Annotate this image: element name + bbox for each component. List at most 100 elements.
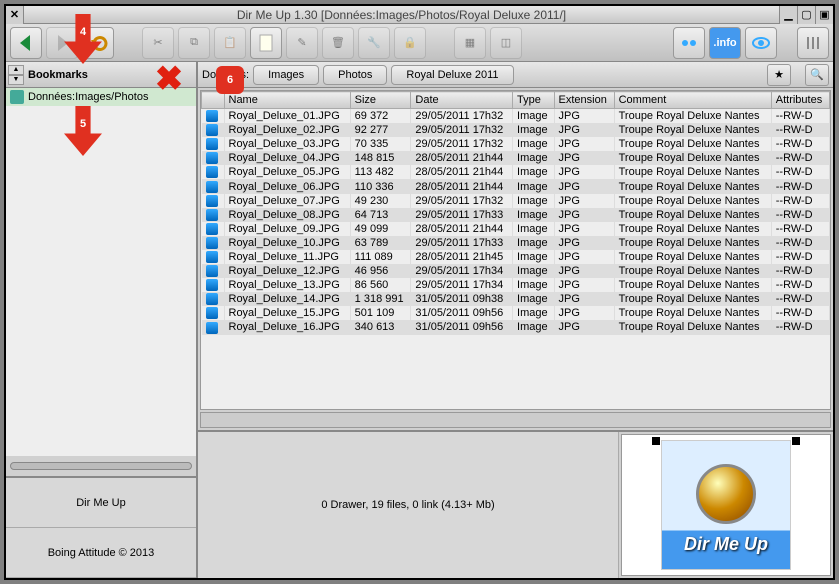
paste-button[interactable]: 📋: [214, 27, 246, 59]
breadcrumb-part[interactable]: Images: [253, 65, 319, 85]
cell-ext: JPG: [554, 278, 614, 292]
file-table-wrap[interactable]: NameSizeDateTypeExtensionCommentAttribut…: [200, 90, 831, 410]
table-row[interactable]: Royal_Deluxe_14.JPG1 318 99131/05/2011 0…: [202, 292, 830, 306]
favorite-button[interactable]: ★: [767, 64, 791, 86]
cell-type: Image: [513, 320, 555, 334]
cell-name: Royal_Deluxe_06.JPG: [224, 179, 350, 193]
cell-comment: Troupe Royal Deluxe Nantes: [614, 194, 771, 208]
cell-type: Image: [513, 278, 555, 292]
spin-up[interactable]: ▲: [8, 65, 24, 75]
search-button[interactable]: 🔍: [805, 64, 829, 86]
resize-handle[interactable]: [652, 437, 660, 445]
column-header[interactable]: Comment: [614, 92, 771, 109]
cell-ext: JPG: [554, 137, 614, 151]
resize-handle[interactable]: [792, 437, 800, 445]
table-row[interactable]: Royal_Deluxe_15.JPG501 10931/05/2011 09h…: [202, 306, 830, 320]
cell-date: 29/05/2011 17h32: [411, 137, 513, 151]
spin-down[interactable]: ▼: [8, 75, 24, 85]
cell-ext: JPG: [554, 123, 614, 137]
table-row[interactable]: Royal_Deluxe_04.JPG148 81528/05/2011 21h…: [202, 151, 830, 165]
cell-type: Image: [513, 222, 555, 236]
table-row[interactable]: Royal_Deluxe_05.JPG113 48228/05/2011 21h…: [202, 165, 830, 179]
table-row[interactable]: Royal_Deluxe_08.JPG64 71329/05/2011 17h3…: [202, 208, 830, 222]
cell-attr: --RW-D: [771, 179, 829, 193]
info-button[interactable]: .info: [709, 27, 741, 59]
cell-comment: Troupe Royal Deluxe Nantes: [614, 151, 771, 165]
window-title: Dir Me Up 1.30 [Données:Images/Photos/Ro…: [24, 8, 779, 22]
window-depth-button[interactable]: ▣: [815, 6, 833, 24]
back-button[interactable]: [10, 27, 42, 59]
cell-name: Royal_Deluxe_10.JPG: [224, 236, 350, 250]
bookmark-list: Données:Images/Photos: [6, 88, 196, 456]
cell-size: 111 089: [350, 250, 411, 264]
column-header[interactable]: Extension: [554, 92, 614, 109]
cut-button[interactable]: ✂: [142, 27, 174, 59]
table-row[interactable]: Royal_Deluxe_10.JPG63 78929/05/2011 17h3…: [202, 236, 830, 250]
copy-button[interactable]: ⧉: [178, 27, 210, 59]
cell-name: Royal_Deluxe_09.JPG: [224, 222, 350, 236]
cell-name: Royal_Deluxe_16.JPG: [224, 320, 350, 334]
breadcrumb-part[interactable]: Royal Deluxe 2011: [391, 65, 513, 85]
bookmark-item[interactable]: Données:Images/Photos: [6, 88, 196, 106]
cell-attr: --RW-D: [771, 137, 829, 151]
table-row[interactable]: Royal_Deluxe_03.JPG70 33529/05/2011 17h3…: [202, 137, 830, 151]
sidebar-slider[interactable]: [6, 456, 196, 476]
window-minimize-button[interactable]: ▁: [779, 6, 797, 24]
column-header[interactable]: Attributes: [771, 92, 829, 109]
cell-date: 28/05/2011 21h44: [411, 151, 513, 165]
delete-button[interactable]: 🗑: [322, 27, 354, 59]
breadcrumb-part[interactable]: Photos: [323, 65, 387, 85]
cell-type: Image: [513, 250, 555, 264]
new-button[interactable]: [250, 27, 282, 59]
sidebar: ▲ ▼ Bookmarks Données:Images/Photos Dir …: [6, 62, 198, 578]
lock-button[interactable]: 🔒: [394, 27, 426, 59]
window-close-button[interactable]: ✕: [6, 6, 24, 24]
cell-type: Image: [513, 194, 555, 208]
view-button[interactable]: [673, 27, 705, 59]
bookmarks-spinner[interactable]: ▲ ▼: [8, 65, 24, 85]
table-row[interactable]: Royal_Deluxe_11.JPG111 08928/05/2011 21h…: [202, 250, 830, 264]
cell-size: 49 230: [350, 194, 411, 208]
cell-name: Royal_Deluxe_14.JPG: [224, 292, 350, 306]
column-header[interactable]: Type: [513, 92, 555, 109]
table-row[interactable]: Royal_Deluxe_16.JPG340 61331/05/2011 09h…: [202, 320, 830, 334]
cell-size: 64 713: [350, 208, 411, 222]
cell-comment: Troupe Royal Deluxe Nantes: [614, 179, 771, 193]
column-header[interactable]: Name: [224, 92, 350, 109]
undo-button[interactable]: [82, 27, 114, 59]
props-button[interactable]: 🔧: [358, 27, 390, 59]
cell-date: 28/05/2011 21h45: [411, 250, 513, 264]
grid-button[interactable]: ▦: [454, 27, 486, 59]
cell-attr: --RW-D: [771, 123, 829, 137]
forward-button[interactable]: [46, 27, 78, 59]
table-row[interactable]: Royal_Deluxe_09.JPG49 09928/05/2011 21h4…: [202, 222, 830, 236]
window-button[interactable]: ◫: [490, 27, 522, 59]
table-row[interactable]: Royal_Deluxe_12.JPG46 95629/05/2011 17h3…: [202, 264, 830, 278]
column-header[interactable]: Size: [350, 92, 411, 109]
horizontal-scrollbar[interactable]: [200, 412, 831, 428]
table-row[interactable]: Royal_Deluxe_13.JPG86 56029/05/2011 17h3…: [202, 278, 830, 292]
table-row[interactable]: Royal_Deluxe_06.JPG110 33628/05/2011 21h…: [202, 179, 830, 193]
cell-comment: Troupe Royal Deluxe Nantes: [614, 278, 771, 292]
cell-attr: --RW-D: [771, 109, 829, 124]
window-zoom-button[interactable]: ▢: [797, 6, 815, 24]
column-header[interactable]: Date: [411, 92, 513, 109]
cell-type: Image: [513, 179, 555, 193]
rename-button[interactable]: ✎: [286, 27, 318, 59]
breadcrumb: Données: Images Photos Royal Deluxe 2011…: [198, 62, 833, 88]
table-row[interactable]: Royal_Deluxe_07.JPG49 23029/05/2011 17h3…: [202, 194, 830, 208]
settings-button[interactable]: [797, 27, 829, 59]
cell-name: Royal_Deluxe_12.JPG: [224, 264, 350, 278]
table-row[interactable]: Royal_Deluxe_01.JPG69 37229/05/2011 17h3…: [202, 109, 830, 124]
cell-type: Image: [513, 109, 555, 124]
cell-ext: JPG: [554, 250, 614, 264]
table-row[interactable]: Royal_Deluxe_02.JPG92 27729/05/2011 17h3…: [202, 123, 830, 137]
app-name-panel: Dir Me Up: [6, 478, 196, 528]
cell-date: 29/05/2011 17h32: [411, 109, 513, 124]
cell-name: Royal_Deluxe_11.JPG: [224, 250, 350, 264]
cell-attr: --RW-D: [771, 222, 829, 236]
cell-comment: Troupe Royal Deluxe Nantes: [614, 109, 771, 124]
cell-name: Royal_Deluxe_15.JPG: [224, 306, 350, 320]
cell-comment: Troupe Royal Deluxe Nantes: [614, 250, 771, 264]
eye-button[interactable]: [745, 27, 777, 59]
